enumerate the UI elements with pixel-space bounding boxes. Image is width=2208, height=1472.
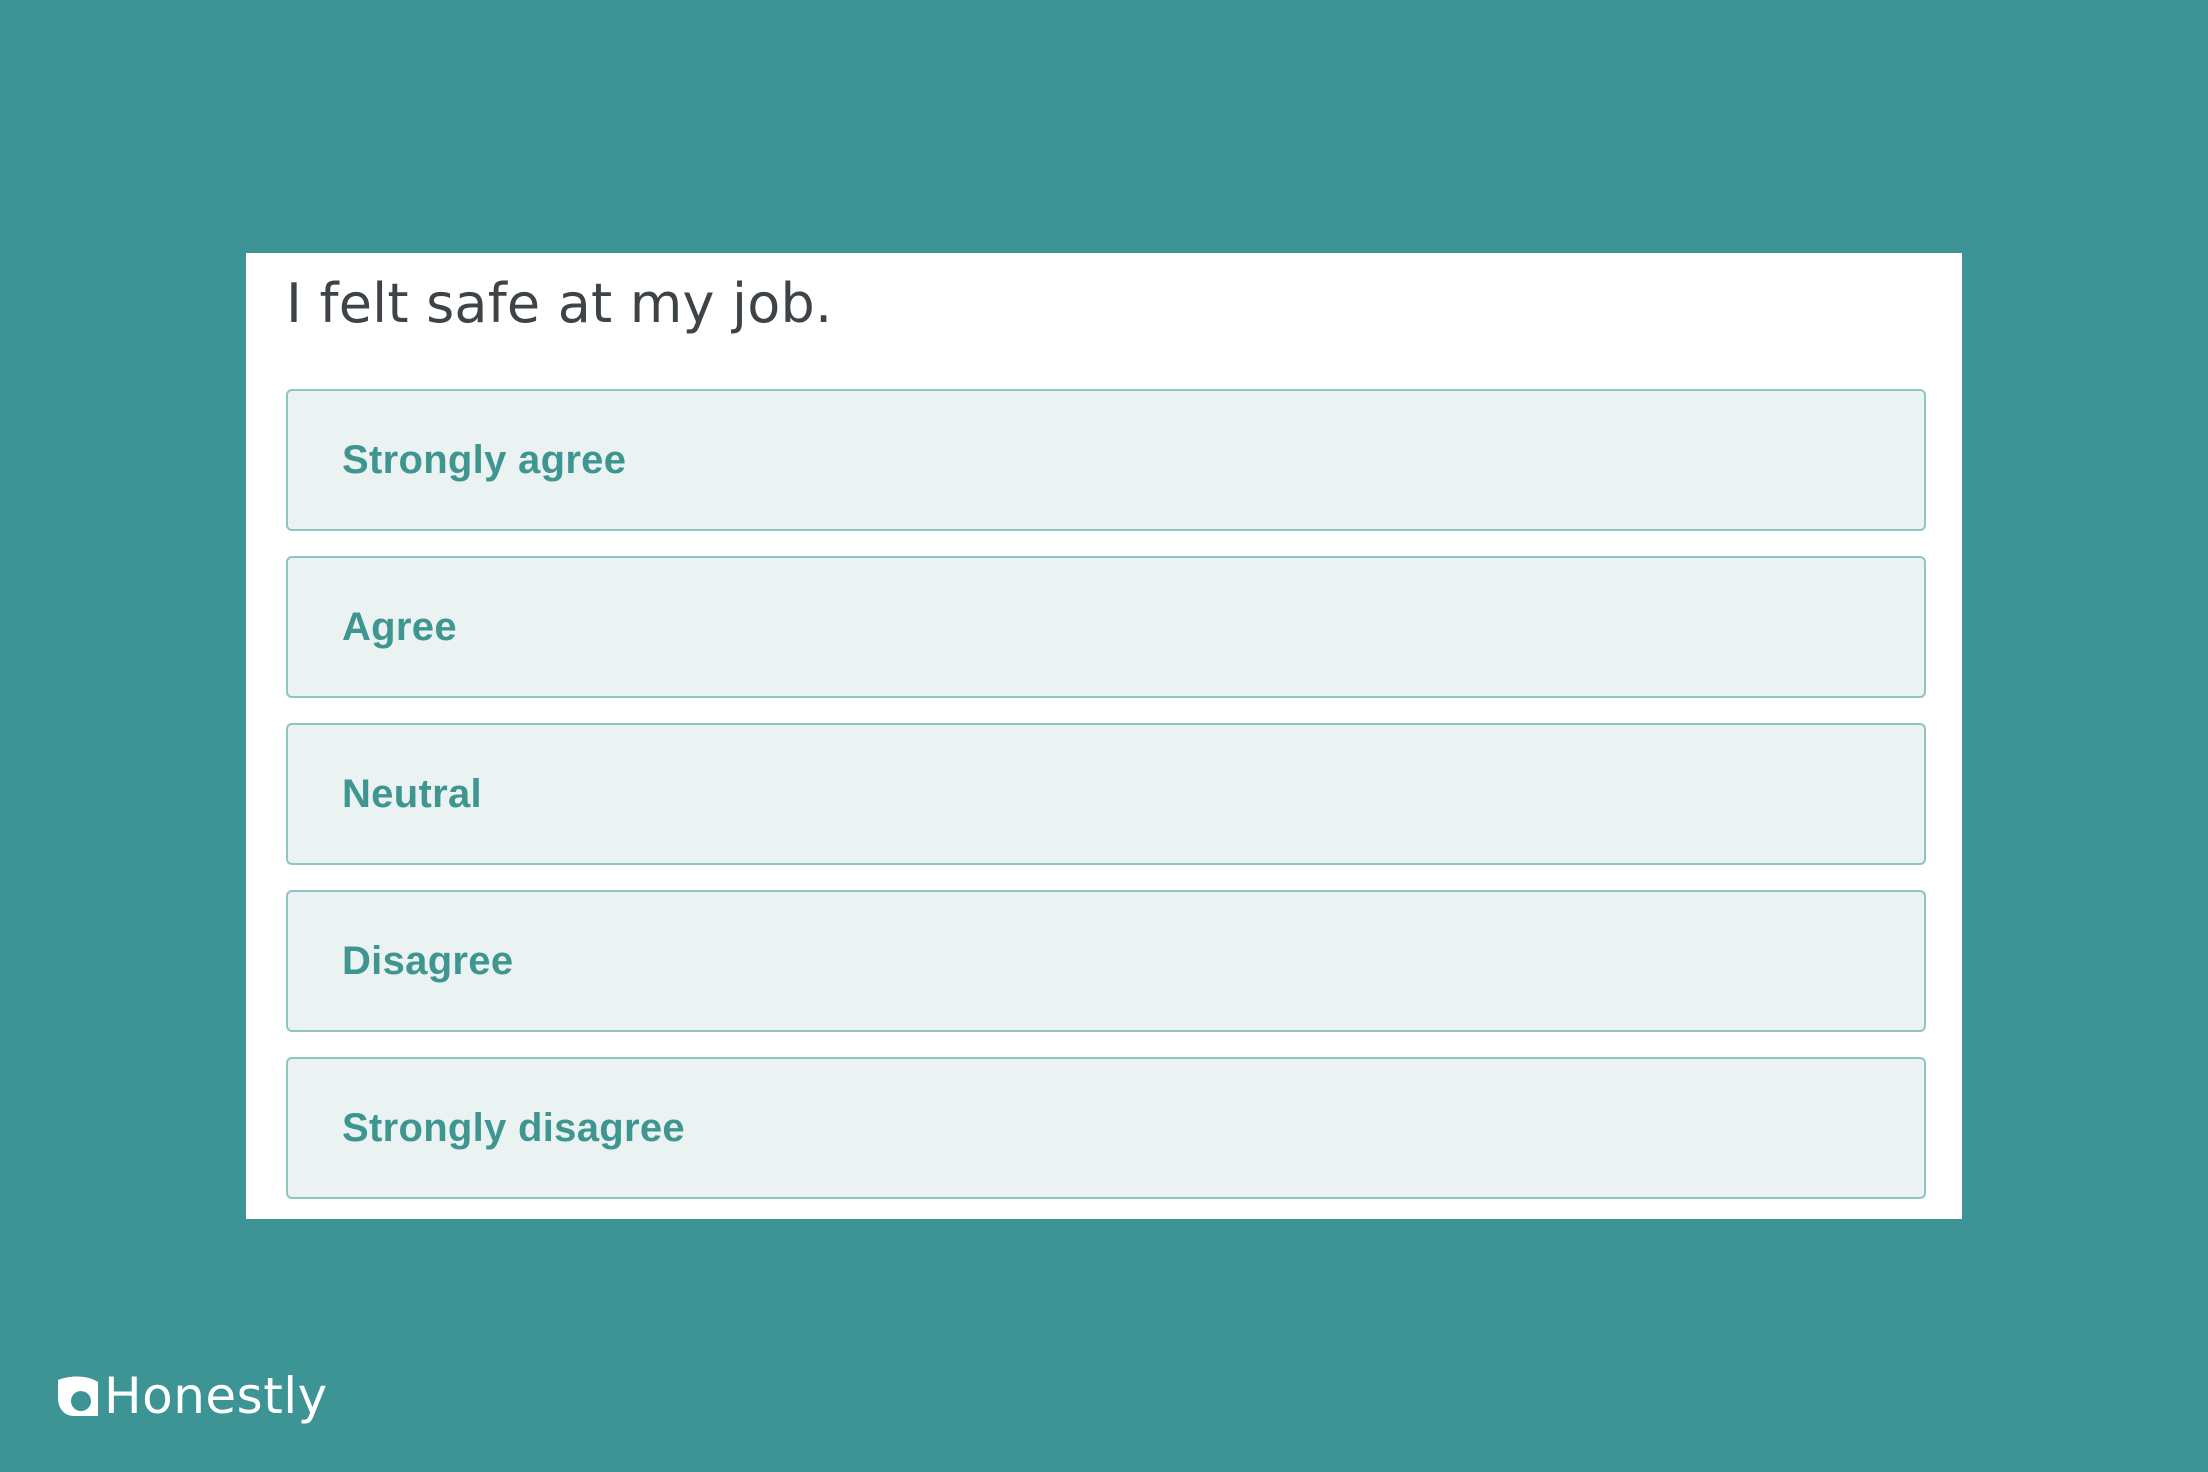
- survey-card: I felt safe at my job. Strongly agree Ag…: [246, 253, 1962, 1219]
- option-disagree[interactable]: Disagree: [286, 890, 1926, 1032]
- option-label: Neutral: [342, 771, 482, 816]
- option-label: Strongly disagree: [342, 1105, 685, 1150]
- option-agree[interactable]: Agree: [286, 556, 1926, 698]
- option-label: Strongly agree: [342, 437, 627, 482]
- option-neutral[interactable]: Neutral: [286, 723, 1926, 865]
- option-strongly-disagree[interactable]: Strongly disagree: [286, 1057, 1926, 1199]
- option-strongly-agree[interactable]: Strongly agree: [286, 389, 1926, 531]
- brand-logo: Honestly: [56, 1360, 328, 1432]
- option-label: Disagree: [342, 938, 514, 983]
- question-text: I felt safe at my job.: [286, 272, 833, 335]
- brand-name: Honestly: [104, 1367, 328, 1425]
- honestly-logo-icon: [56, 1374, 100, 1418]
- option-label: Agree: [342, 604, 457, 649]
- answer-options: Strongly agree Agree Neutral Disagree St…: [286, 389, 1926, 1199]
